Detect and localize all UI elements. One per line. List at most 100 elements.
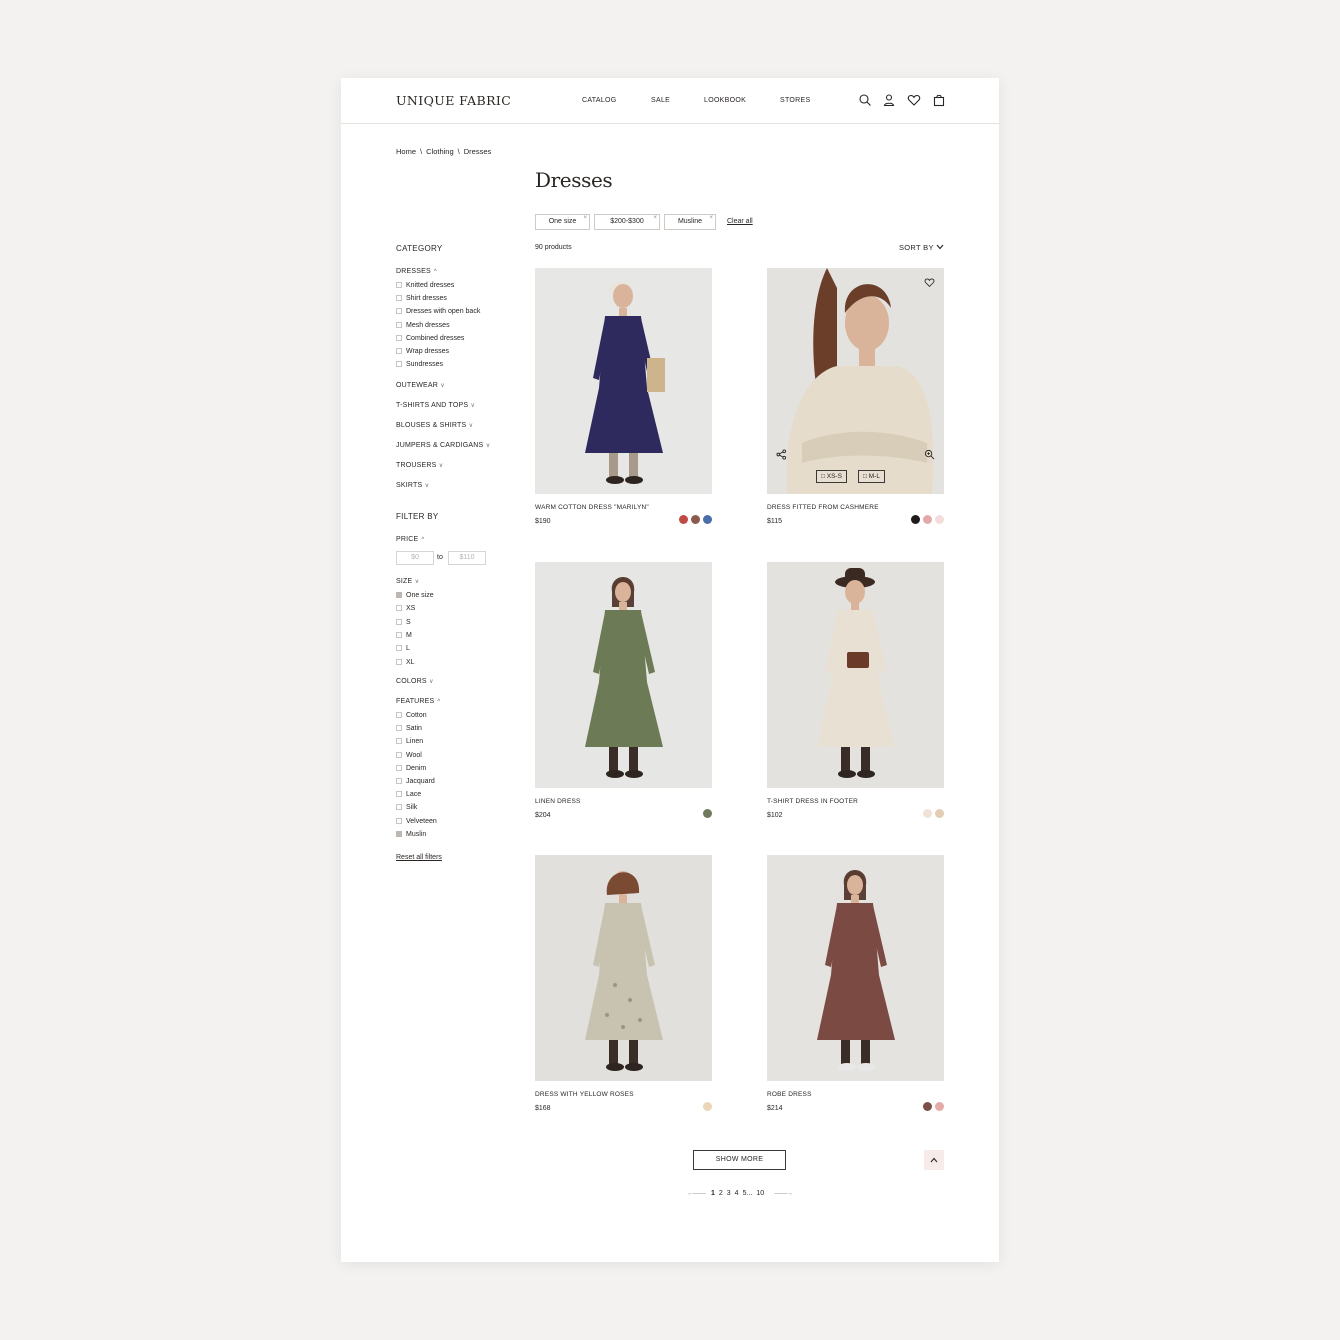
product-card[interactable]: □ XS-S □ M-L DRESS FITTED FROM CASHMERE $11…	[767, 268, 944, 525]
filter-option[interactable]: M	[396, 631, 412, 641]
dress-type-knitted[interactable]: Knitted dresses	[396, 282, 454, 291]
dress-type-wrap[interactable]: Wrap dresses	[396, 348, 449, 357]
product-name[interactable]: WARM COTTON DRESS "MARILYN"	[535, 504, 649, 511]
breadcrumb-home[interactable]: Home	[396, 147, 416, 156]
product-image[interactable]	[767, 562, 944, 788]
color-swatch[interactable]	[703, 515, 712, 524]
product-name[interactable]: DRESS WITH YELLOW ROSES	[535, 1091, 634, 1098]
category-tshirts-tops[interactable]: T-SHIRTS AND TOPS v	[396, 402, 474, 409]
filter-chip-musline[interactable]: Musline ×	[664, 214, 716, 230]
show-more-button[interactable]: SHOW MORE	[693, 1150, 786, 1170]
product-image[interactable]	[535, 268, 712, 494]
category-trousers[interactable]: TROUSERS v	[396, 462, 443, 469]
product-image[interactable]	[535, 562, 712, 788]
checkbox[interactable]	[396, 631, 402, 638]
checkbox[interactable]	[396, 308, 402, 314]
filter-features-toggle[interactable]: FEATURES ^	[396, 698, 440, 705]
filter-chip-price[interactable]: $200-$300 ×	[594, 214, 660, 230]
category-blouses-shirts[interactable]: BLOUSES & SHIRTS v	[396, 422, 473, 429]
filter-option[interactable]: Lace	[396, 791, 421, 800]
size-tag[interactable]: □ XS-S	[816, 470, 847, 483]
prev-page-arrow[interactable]: ←——	[687, 1190, 706, 1197]
product-card[interactable]: WARM COTTON DRESS "MARILYN" $190	[535, 268, 712, 525]
dress-type-mesh[interactable]: Mesh dresses	[396, 322, 450, 331]
page-number[interactable]: 4	[735, 1190, 739, 1197]
checkbox[interactable]	[396, 322, 402, 328]
checkbox[interactable]	[396, 335, 402, 341]
checkbox[interactable]	[396, 605, 402, 612]
filter-colors-toggle[interactable]: COLORS v	[396, 678, 433, 685]
checkbox[interactable]	[396, 592, 402, 598]
product-card[interactable]: DRESS WITH YELLOW ROSES $168	[535, 855, 712, 1112]
clear-all-link[interactable]: Clear all	[727, 218, 753, 225]
color-swatch[interactable]	[935, 515, 944, 524]
nav-stores[interactable]: STORES	[780, 97, 810, 104]
close-icon[interactable]: ×	[709, 214, 713, 222]
filter-option[interactable]: Satin	[396, 725, 422, 734]
close-icon[interactable]: ×	[653, 214, 657, 222]
filter-chip-one-size[interactable]: One size ×	[535, 214, 590, 230]
product-name[interactable]: DRESS FITTED FROM CASHMERE	[767, 504, 879, 511]
checkbox[interactable]	[396, 751, 402, 758]
product-image[interactable]: □ XS-S □ M-L	[767, 268, 944, 494]
checkbox[interactable]	[396, 778, 402, 784]
category-skirts[interactable]: SKIRTS v	[396, 482, 429, 489]
color-swatch[interactable]	[691, 515, 700, 524]
share-icon[interactable]	[776, 449, 787, 460]
filter-option[interactable]: Velveteen	[396, 817, 437, 827]
product-name[interactable]: ROBE DRESS	[767, 1091, 812, 1098]
filter-option[interactable]: S	[396, 618, 411, 628]
next-page-arrow[interactable]: ——→	[774, 1190, 793, 1197]
dress-type-shirt[interactable]: Shirt dresses	[396, 295, 447, 304]
filter-option[interactable]: Denim	[396, 764, 426, 774]
filter-option[interactable]: XS	[396, 605, 415, 614]
nav-catalog[interactable]: CATALOG	[582, 97, 617, 104]
search-icon[interactable]	[858, 93, 872, 107]
filter-price-toggle[interactable]: PRICE ^	[396, 536, 424, 543]
category-dresses[interactable]: DRESSES ^	[396, 268, 437, 275]
checkbox[interactable]	[396, 295, 402, 301]
user-icon[interactable]	[882, 93, 896, 107]
product-card[interactable]: ROBE DRESS $214	[767, 855, 944, 1112]
checkbox[interactable]	[396, 645, 402, 652]
checkbox[interactable]	[396, 361, 402, 367]
product-card[interactable]: T-SHIRT DRESS IN FOOTER $102	[767, 562, 944, 819]
price-to-input[interactable]: $110	[448, 551, 486, 565]
checkbox[interactable]	[396, 618, 402, 625]
dress-type-open-back[interactable]: Dresses with open back	[396, 308, 480, 317]
product-card[interactable]: LINEN DRESS $204	[535, 562, 712, 819]
checkbox[interactable]	[396, 791, 402, 798]
color-swatch[interactable]	[911, 515, 920, 524]
page-number[interactable]: 5...	[743, 1190, 753, 1197]
page-number[interactable]: 3	[727, 1190, 731, 1197]
checkbox[interactable]	[396, 817, 402, 824]
filter-option[interactable]: Wool	[396, 751, 422, 761]
filter-option[interactable]: Silk	[396, 804, 417, 813]
nav-sale[interactable]: SALE	[651, 97, 670, 104]
filter-size-toggle[interactable]: SIZE v	[396, 578, 419, 585]
reset-filters-link[interactable]: Reset all filters	[396, 854, 442, 861]
checkbox[interactable]	[396, 830, 402, 837]
filter-option[interactable]: Cotton	[396, 712, 427, 721]
zoom-icon[interactable]	[924, 449, 935, 460]
price-from-input[interactable]: $0	[396, 551, 434, 565]
product-image[interactable]	[767, 855, 944, 1081]
heart-icon[interactable]	[907, 93, 921, 107]
close-icon[interactable]: ×	[583, 214, 587, 222]
nav-lookbook[interactable]: LOOKBOOK	[704, 97, 746, 104]
page-number[interactable]: 1	[711, 1190, 715, 1197]
checkbox[interactable]	[396, 348, 402, 354]
size-tag[interactable]: □ M-L	[858, 470, 885, 483]
filter-option[interactable]: Muslin	[396, 830, 426, 840]
filter-option[interactable]: One size	[396, 592, 434, 601]
sort-by-dropdown[interactable]: SORT BY	[899, 243, 944, 252]
scroll-top-button[interactable]	[924, 1150, 944, 1170]
filter-option[interactable]: Linen	[396, 738, 423, 747]
color-swatch[interactable]	[703, 809, 712, 818]
color-swatch[interactable]	[935, 809, 944, 818]
color-swatch[interactable]	[935, 1102, 944, 1111]
dress-type-sundresses[interactable]: Sundresses	[396, 361, 443, 370]
bag-icon[interactable]	[932, 93, 946, 107]
color-swatch[interactable]	[923, 809, 932, 818]
heart-icon[interactable]	[924, 277, 935, 288]
